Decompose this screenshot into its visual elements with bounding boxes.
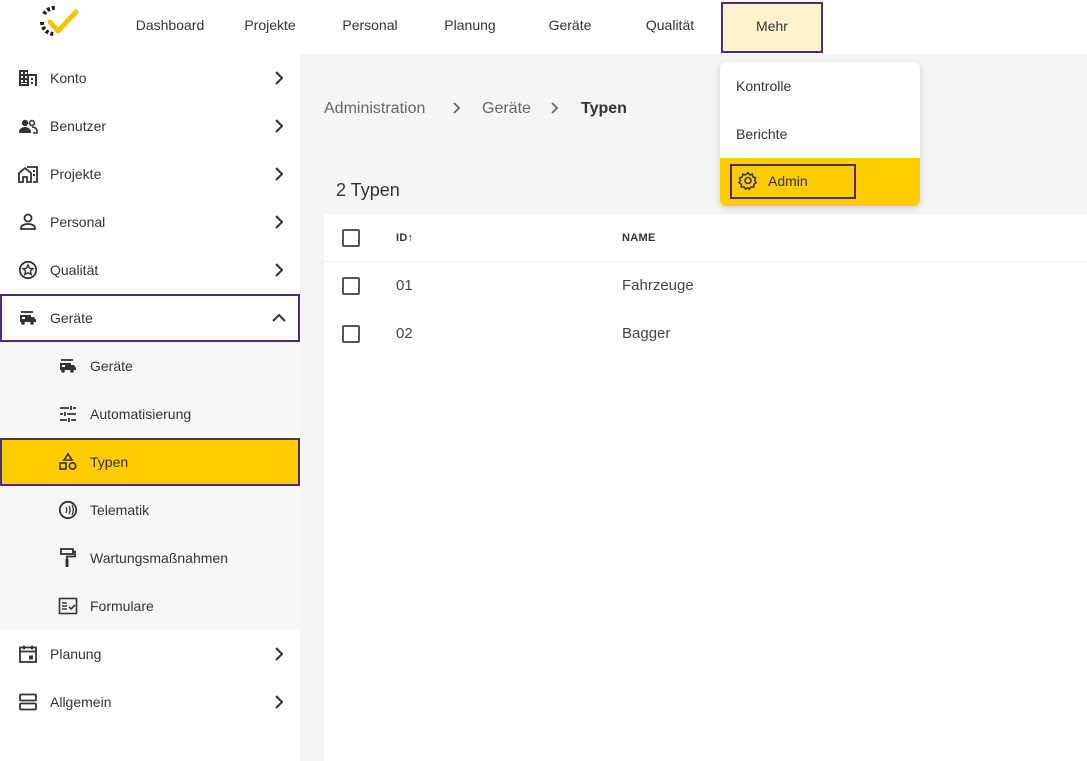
- sidebar-item-planung[interactable]: Planung: [0, 630, 300, 678]
- home-work-icon: [18, 164, 38, 184]
- select-all-checkbox[interactable]: [342, 229, 360, 247]
- rv-vehicle-icon: [58, 356, 78, 376]
- sidebar-subitem-label: Typen: [90, 454, 129, 470]
- chevron-right-icon: [271, 214, 287, 230]
- chevron-right-icon: [271, 262, 287, 278]
- sidebar-item-qualitaet[interactable]: Qualität: [0, 246, 300, 294]
- sidebar-item-allgemein[interactable]: Allgemein: [0, 678, 300, 726]
- sidebar-subitem-wartungsmassnahmen[interactable]: Wartungsmaßnahmen: [0, 534, 300, 582]
- category-icon: [58, 452, 78, 472]
- breadcrumb-administration[interactable]: Administration: [324, 54, 425, 164]
- sidebar-item-label: Benutzer: [50, 118, 107, 134]
- cell-id: 02: [396, 325, 413, 342]
- person-icon: [18, 212, 38, 232]
- top-navigation: Dashboard Projekte Personal Planung Gerä…: [0, 0, 1087, 54]
- nav-planung[interactable]: Planung: [432, 0, 508, 52]
- sidebar-subitem-formulare[interactable]: Formulare: [0, 582, 300, 630]
- nav-personal[interactable]: Personal: [330, 0, 410, 52]
- storage-icon: [18, 692, 38, 712]
- chevron-right-icon: [271, 70, 287, 86]
- result-count-title: 2 Typen: [336, 180, 400, 200]
- users-icon: [18, 116, 38, 136]
- sidebar-submenu-geraete: Geräte Automatisierung Typen Telematik W…: [0, 342, 300, 630]
- column-header-name[interactable]: NAME: [622, 214, 656, 262]
- menu-item-admin-label: Admin: [768, 173, 808, 189]
- breadcrumb-geraete[interactable]: Geräte: [482, 54, 531, 164]
- sidebar-subitem-label: Wartungsmaßnahmen: [90, 550, 228, 566]
- sidebar-item-geraete[interactable]: Geräte: [0, 294, 300, 342]
- menu-item-berichte[interactable]: Berichte: [720, 110, 920, 158]
- chevron-right-icon: [549, 101, 561, 115]
- column-header-label: ID: [396, 232, 408, 244]
- sidebar-subitem-label: Formulare: [90, 598, 154, 614]
- sort-asc-icon: ↑: [407, 232, 414, 244]
- chevron-right-icon: [271, 118, 287, 134]
- nav-mehr[interactable]: Mehr: [721, 2, 823, 53]
- gear-icon: [738, 171, 758, 191]
- building-icon: [18, 68, 38, 88]
- calendar-icon: [18, 644, 38, 664]
- types-table: ID↑ NAME 01 Fahrzeuge 02 Bagger: [324, 214, 1087, 761]
- star-badge-icon: [18, 260, 38, 280]
- sidebar-subitem-label: Telematik: [90, 502, 150, 518]
- sidebar-item-label: Personal: [50, 214, 106, 230]
- nav-dashboard[interactable]: Dashboard: [125, 0, 215, 52]
- nav-projekte[interactable]: Projekte: [234, 0, 306, 52]
- cell-name: Bagger: [622, 325, 671, 342]
- row-checkbox[interactable]: [342, 325, 360, 343]
- sidebar-item-label: Konto: [50, 70, 87, 86]
- cell-id: 01: [396, 277, 413, 294]
- sidebar: Konto Benutzer Projekte Personal Qualitä…: [0, 54, 300, 761]
- chevron-right-icon: [271, 166, 287, 182]
- nav-qualitaet[interactable]: Qualität: [634, 0, 706, 52]
- cell-name: Fahrzeuge: [622, 277, 694, 294]
- sidebar-item-label: Planung: [50, 646, 102, 662]
- sidebar-item-label: Geräte: [50, 310, 93, 326]
- sidebar-subitem-geraete[interactable]: Geräte: [0, 342, 300, 390]
- sidebar-subitem-automatisierung[interactable]: Automatisierung: [0, 390, 300, 438]
- sidebar-item-label: Allgemein: [50, 694, 112, 710]
- tune-icon: [58, 404, 78, 424]
- column-header-id[interactable]: ID↑: [396, 214, 413, 262]
- brand-logo-icon[interactable]: [38, 4, 80, 40]
- menu-item-admin[interactable]: Admin: [720, 158, 920, 206]
- sidebar-subitem-typen[interactable]: Typen: [0, 438, 300, 486]
- menu-item-kontrolle[interactable]: Kontrolle: [720, 62, 920, 110]
- format-paint-icon: [58, 548, 78, 568]
- row-checkbox[interactable]: [342, 277, 360, 295]
- chevron-up-icon: [271, 310, 287, 326]
- sidebar-subitem-label: Automatisierung: [90, 406, 192, 422]
- sidebar-item-projekte[interactable]: Projekte: [0, 150, 300, 198]
- chevron-right-icon: [451, 101, 463, 115]
- contactless-icon: [58, 500, 78, 520]
- menu-item-admin-highlight: Admin: [730, 164, 856, 199]
- rv-vehicle-icon: [18, 308, 38, 328]
- breadcrumb-typen: Typen: [581, 100, 627, 117]
- sidebar-subitem-telematik[interactable]: Telematik: [0, 486, 300, 534]
- fact-check-icon: [58, 596, 78, 616]
- sidebar-item-personal[interactable]: Personal: [0, 198, 300, 246]
- sidebar-item-label: Qualität: [50, 262, 99, 278]
- sidebar-item-benutzer[interactable]: Benutzer: [0, 102, 300, 150]
- table-header: ID↑ NAME: [324, 214, 1087, 262]
- chevron-right-icon: [271, 646, 287, 662]
- sidebar-subitem-label: Geräte: [90, 358, 133, 374]
- mehr-dropdown-menu: Kontrolle Berichte Admin: [720, 62, 920, 206]
- table-row[interactable]: 01 Fahrzeuge: [324, 262, 1087, 310]
- main-content: Administration Geräte Typen 2 Typen ID↑ …: [300, 54, 1087, 761]
- sidebar-item-label: Projekte: [50, 166, 102, 182]
- sidebar-item-konto[interactable]: Konto: [0, 54, 300, 102]
- table-row[interactable]: 02 Bagger: [324, 310, 1087, 358]
- nav-geraete[interactable]: Geräte: [538, 0, 602, 52]
- chevron-right-icon: [271, 694, 287, 710]
